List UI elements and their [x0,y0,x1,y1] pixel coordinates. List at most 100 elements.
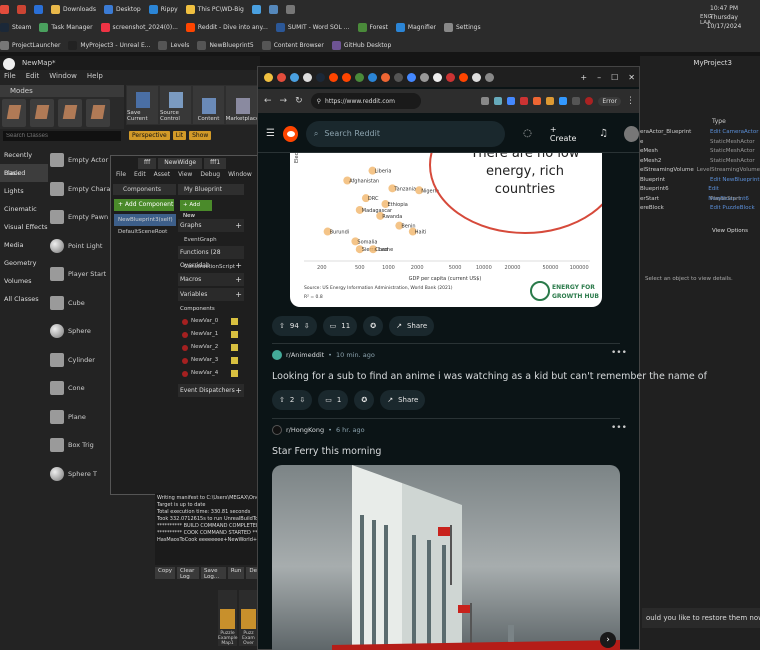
outliner-row[interactable]: eMesh StaticMeshActor [640,147,760,157]
variable-item[interactable]: NewVar_1 [178,328,244,341]
post3-overflow-icon[interactable]: ••• [611,423,627,433]
variable-item[interactable]: NewVar_2 [178,341,244,354]
taskbar-item[interactable]: Forest [357,22,388,32]
extension-icon[interactable] [533,97,542,105]
taskbar-item[interactable]: ProjectLauncher [0,40,60,50]
actor-type[interactable]: Edit CameraActor [710,128,758,138]
bookmark-star-icon[interactable] [507,97,516,105]
tab-favicon[interactable] [290,72,299,82]
tab-favicon[interactable] [368,72,377,82]
category-cinematic[interactable]: Cinematic [0,200,48,218]
add-component-button[interactable]: + Add Component [114,199,174,211]
viewport-perspective-button[interactable]: Perspective [129,130,170,140]
extension-icon[interactable] [559,97,568,105]
paint-mode-icon[interactable] [30,99,54,127]
post1-share-button[interactable]: ↗ Share [389,316,435,336]
upvote-icon[interactable]: ⇧ [279,322,285,330]
outliner-row[interactable]: ereBlock Edit PuzzleBlock [640,204,760,214]
content-asset-thumb[interactable]: Puzzle Example Map1 [218,590,238,646]
extension-icon[interactable] [546,97,555,105]
add-new-button[interactable]: + Add New [180,200,212,219]
tab-favicon[interactable] [394,72,403,82]
taskbar-item[interactable]: Rippy [148,4,178,14]
tab-favicon[interactable] [277,72,286,82]
log-button[interactable]: Run [227,567,245,579]
input-language[interactable]: ENG LAA [700,14,712,26]
content-asset-thumb[interactable]: Puzz Exam Over [239,590,258,646]
component-item[interactable]: NewBlueprint3(self) [114,214,176,226]
taskbar-item[interactable] [0,4,9,14]
blueprint-menu-item[interactable]: File [116,171,126,181]
blueprint-menu-item[interactable]: Asset [154,171,170,181]
variable-item[interactable]: NewVar_3 [178,354,244,367]
log-button[interactable]: Clear Log [176,567,200,580]
taskbar-item[interactable]: Magnifier [395,22,436,32]
view-options-button[interactable]: View Options [712,228,760,238]
upvote-icon[interactable]: ⇧ [279,396,285,404]
downvote-icon[interactable]: ⇩ [304,322,310,330]
variable-item[interactable]: NewVar_4 [178,367,244,380]
tab-favicon[interactable] [485,72,494,82]
taskbar-item[interactable]: GitHub Desktop [331,40,391,50]
category-media[interactable]: Media [0,236,48,254]
error-button[interactable]: Error [598,96,621,106]
post2-share-button[interactable]: ↗ Share [380,390,426,410]
outliner-row[interactable]: e StaticMeshActor [640,138,760,148]
taskbar-item[interactable]: Reddit - Dive into any... [185,22,268,32]
new-tab-icon[interactable]: + [580,73,587,82]
profile-icon[interactable] [585,97,594,105]
type-column-header[interactable]: Type [712,118,726,125]
toolbar-marketplace-button[interactable]: Marketplace [226,86,259,124]
outliner-row[interactable]: Blueprint Edit NewBlueprint [640,176,760,186]
category-all-classes[interactable]: All Classes [0,290,48,308]
taskbar-item[interactable]: MyProject3 - Unreal E... [68,40,150,50]
reddit-logo-icon[interactable] [282,125,298,142]
category-geometry[interactable]: Geometry [0,254,48,272]
taskbar-item[interactable] [17,4,26,14]
ue-title-tab[interactable]: NewMap* [0,56,260,70]
taskbar-item[interactable]: Content Browser [261,40,324,50]
outliner-row[interactable]: Blueprint6 Edit NewBlueprint6 [640,185,760,202]
taskbar-item[interactable] [251,4,261,14]
downvote-icon[interactable]: ⇩ [299,396,305,404]
taskbar-item[interactable]: This PC\WD-Big [185,4,244,14]
ue-menu-item[interactable]: Edit [26,72,40,84]
actor-type[interactable]: Edit NewBlueprint6 [708,185,760,202]
extensions-puzzle-icon[interactable] [572,97,581,105]
blueprint-section-item[interactable]: EventGraph [178,234,244,246]
blueprint-section-header[interactable]: Functions (28 Overridab [178,246,244,272]
taskbar-item[interactable]: Desktop [103,4,141,14]
hamburger-menu-icon[interactable]: ☰ [266,128,275,139]
viewport-show-button[interactable]: Show [189,130,212,140]
log-button[interactable]: Save Log... [201,567,226,580]
taskbar-item[interactable]: screenshot_2024(0)... [100,22,178,32]
blueprint-section-header[interactable]: Macros [178,273,244,286]
extension-icon[interactable] [494,97,503,105]
chat-icon[interactable]: ◌ [523,128,532,139]
site-info-icon[interactable]: ⚲ [317,98,321,105]
tab-favicon[interactable] [381,72,390,82]
visibility-eye-icon[interactable] [231,331,238,338]
tab-favicon[interactable] [446,72,455,82]
taskbar-item[interactable]: Steam [0,22,31,32]
visibility-eye-icon[interactable] [231,318,238,325]
components-variable-group[interactable]: Components [178,303,244,315]
variable-item[interactable]: NewVar_0 [178,315,244,328]
visibility-eye-icon[interactable] [231,344,238,351]
blueprint-tab[interactable]: fff1 [204,158,227,169]
post-image-chart[interactable]: Afghanistan Liberia Tanzania Nigeria DRC Ethi… [290,153,602,307]
taskbar-item[interactable]: SUMIT - Word SOL ... [275,22,350,32]
tab-favicon[interactable] [303,72,312,82]
place-mode-icon[interactable] [2,99,26,127]
viewport-lit-button[interactable]: Lit [172,130,187,140]
user-avatar[interactable] [624,125,639,142]
notifications-icon[interactable]: ♫ [599,128,608,139]
search-classes-input[interactable] [3,131,121,141]
create-post-button[interactable]: + Create [550,125,583,143]
category-lights[interactable]: Lights [0,182,48,200]
post3-subreddit[interactable]: r/HongKong [286,426,324,434]
tab-favicon[interactable] [472,72,481,82]
back-icon[interactable]: ← [264,96,272,106]
blueprint-tab[interactable]: NewWidge [158,158,203,169]
taskbar-item[interactable] [268,4,278,14]
